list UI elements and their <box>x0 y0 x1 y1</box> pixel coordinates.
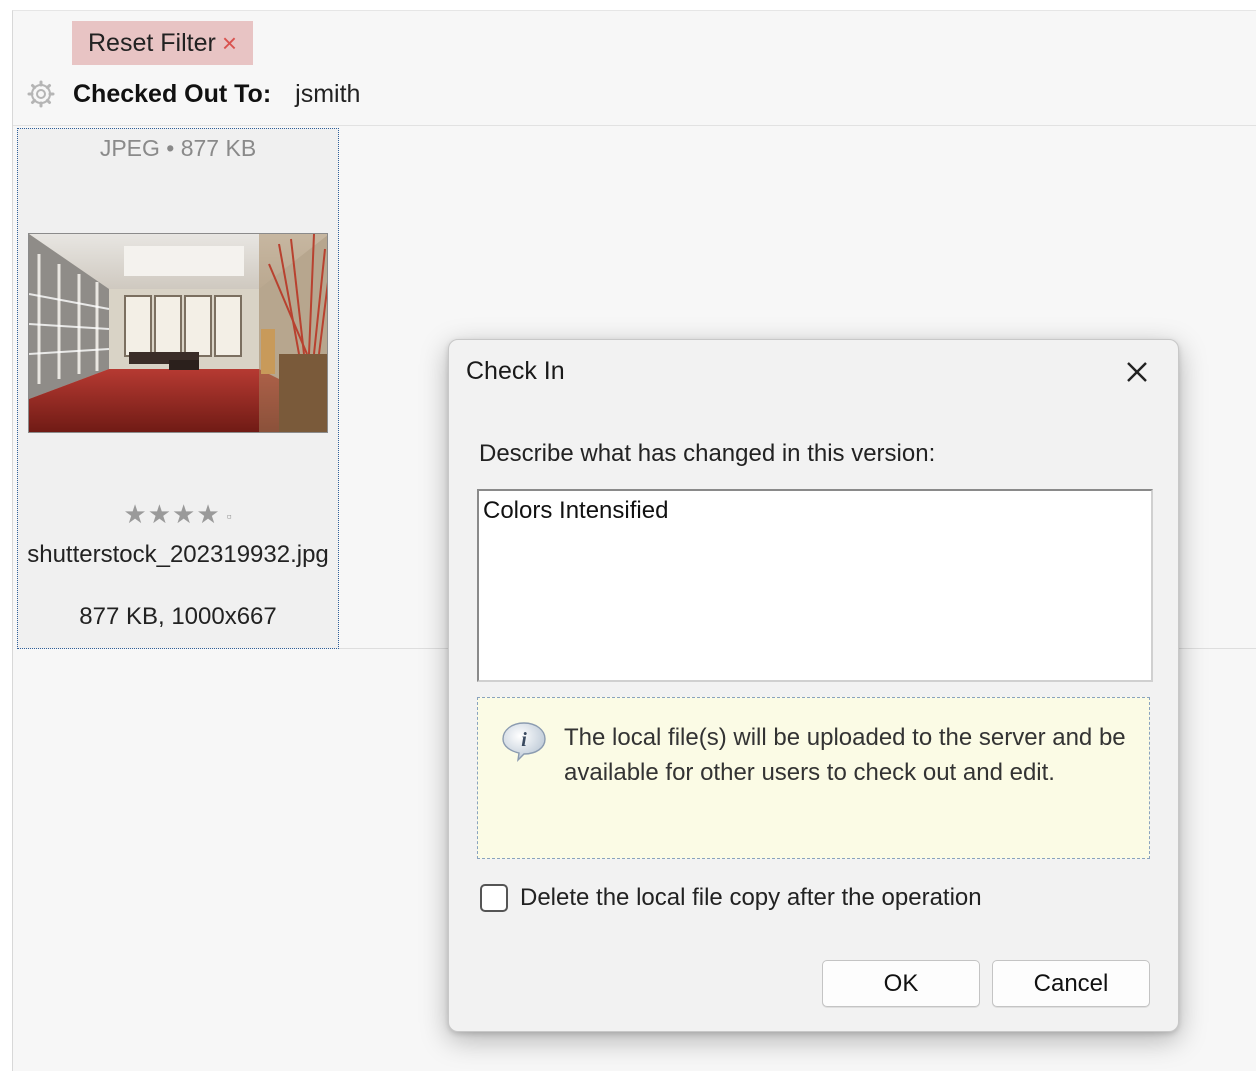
divider <box>13 125 1256 126</box>
asset-filename: shutterstock_202319932.jpg <box>27 541 329 568</box>
dialog-title: Check In <box>466 357 565 385</box>
info-box: i The local file(s) will be uploaded to … <box>477 697 1150 859</box>
close-icon: × <box>221 28 237 58</box>
asset-thumbnail[interactable] <box>28 233 328 433</box>
delete-local-label: Delete the local file copy after the ope… <box>520 884 982 911</box>
star-rating[interactable]: ★★★★ ▫ <box>18 499 338 530</box>
rating-unset-marker: ▫ <box>226 508 233 525</box>
info-icon: i <box>502 722 546 762</box>
change-description-label: Describe what has changed in this versio… <box>479 440 936 467</box>
asset-meta: JPEG • 877 KB <box>99 135 257 161</box>
info-message: The local file(s) will be uploaded to th… <box>564 724 1126 786</box>
thumbnail-image <box>29 234 327 432</box>
gear-icon[interactable] <box>27 80 55 108</box>
svg-text:i: i <box>521 729 527 751</box>
ok-button[interactable]: OK <box>822 960 980 1007</box>
cancel-button[interactable]: Cancel <box>992 960 1150 1007</box>
reset-filter-label: Reset Filter <box>88 28 216 57</box>
reset-filter-button[interactable]: Reset Filter × <box>72 21 253 65</box>
change-description-input[interactable]: Colors Intensified <box>477 489 1153 682</box>
checkbox[interactable] <box>480 884 508 912</box>
asset-details: 877 KB, 1000x667 <box>79 603 277 630</box>
close-icon[interactable] <box>1120 355 1154 389</box>
filter-row: Checked Out To: jsmith <box>27 77 360 111</box>
checked-out-label: Checked Out To: <box>73 79 272 108</box>
delete-local-checkbox[interactable]: Delete the local file copy after the ope… <box>480 884 982 912</box>
checked-out-value: jsmith <box>295 79 361 108</box>
rating-stars: ★★★★ <box>123 499 221 529</box>
asset-card[interactable]: JPEG • 877 KB ★★★★ ▫ shutterstock_202319… <box>17 128 339 649</box>
check-in-dialog: Check In Describe what has changed in th… <box>448 339 1179 1032</box>
